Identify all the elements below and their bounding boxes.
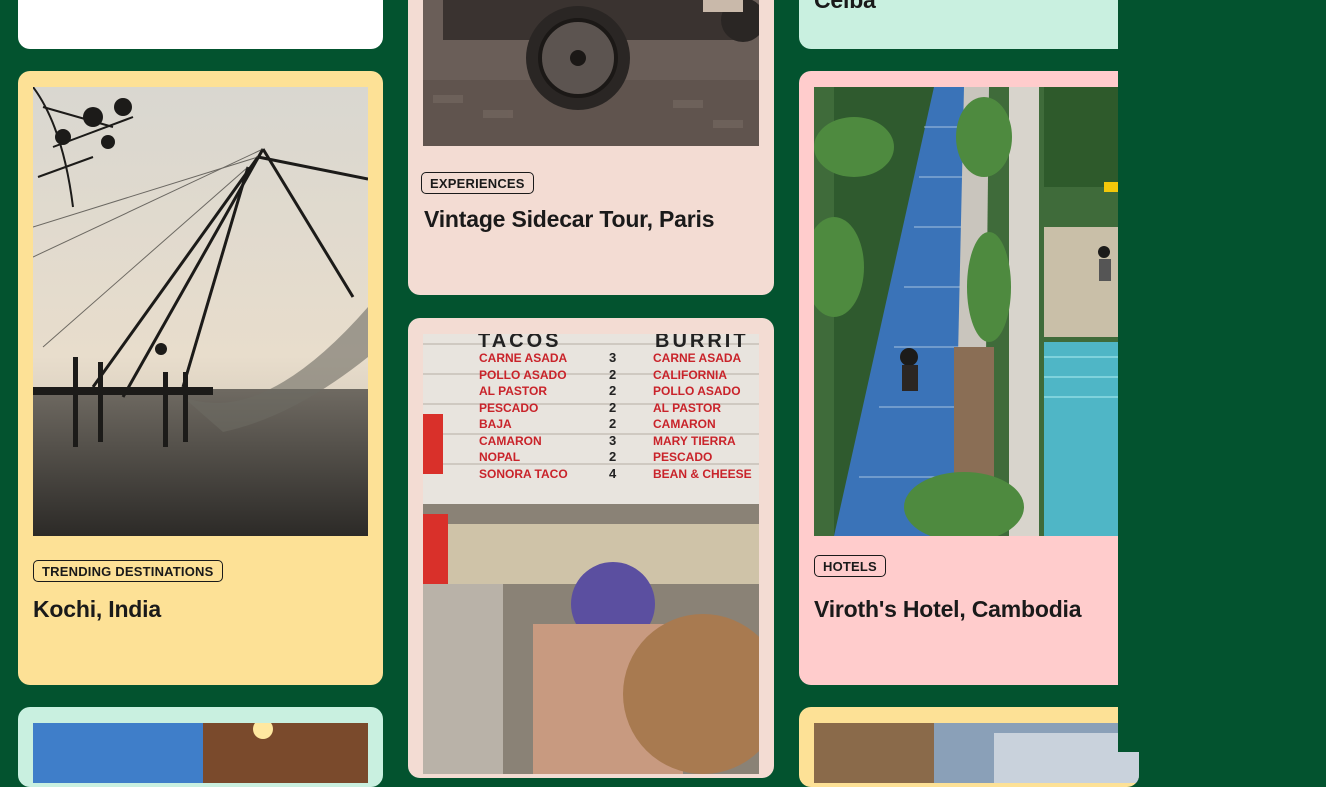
menu-price: 2 bbox=[609, 399, 617, 415]
sidecar-tag[interactable]: Experiences bbox=[421, 172, 534, 194]
menu-right-list: CARNE ASADA CALIFORNIA POLLO ASADO AL PA… bbox=[653, 350, 752, 482]
sidecar-photo bbox=[423, 0, 759, 146]
card-viroth[interactable]: Hotels Viroth's Hotel, Cambodia bbox=[799, 71, 1139, 685]
menu-item: CALIFORNIA bbox=[653, 367, 727, 382]
menu-item: CARNE ASADA bbox=[653, 351, 742, 365]
menu-item: MARY TIERRA bbox=[653, 433, 736, 448]
menu-price: 2 bbox=[609, 449, 617, 464]
bottom-right-photo bbox=[814, 723, 1139, 783]
ceiba-title[interactable]: Ceiba bbox=[814, 0, 876, 14]
menu-item: BEAN & CHEESE bbox=[653, 466, 752, 481]
bottom-left-photo bbox=[33, 723, 368, 783]
menu-item: CARNE ASADA bbox=[479, 351, 568, 365]
kochi-tag[interactable]: Trending Destinations bbox=[33, 560, 223, 582]
menu-item: SONORA TACO bbox=[479, 466, 568, 481]
menu-price: 2 bbox=[609, 416, 617, 431]
menu-price: 3 bbox=[609, 350, 617, 365]
menu-item: BAJA bbox=[479, 417, 512, 431]
card-top-left[interactable] bbox=[18, 0, 383, 49]
menu-item: POLLO ASADO bbox=[479, 367, 567, 382]
card-kochi[interactable]: Trending Destinations Kochi, India bbox=[18, 71, 383, 685]
menu-item: AL PASTOR bbox=[479, 384, 548, 398]
menu-item: POLLO ASADO bbox=[653, 384, 741, 398]
card-ceiba[interactable]: Ceiba bbox=[799, 0, 1139, 49]
card-bottom-right[interactable] bbox=[799, 707, 1139, 787]
menu-price: 3 bbox=[609, 432, 617, 448]
menu-price-list: 3 2 2 2 2 3 2 4 bbox=[609, 350, 616, 482]
card-bottom-left[interactable] bbox=[18, 707, 383, 787]
kochi-photo bbox=[33, 87, 368, 536]
menu-item: AL PASTOR bbox=[653, 400, 722, 415]
menu-item: NOPAL bbox=[479, 450, 521, 464]
kochi-title[interactable]: Kochi, India bbox=[33, 596, 161, 623]
menu-left-list: CARNE ASADA POLLO ASADO AL PASTOR PESCAD… bbox=[479, 350, 568, 482]
viroth-tag[interactable]: Hotels bbox=[814, 555, 886, 577]
menu-item: CAMARON bbox=[653, 417, 716, 431]
menu-item: CAMARON bbox=[479, 433, 542, 448]
menu-price: 2 bbox=[609, 366, 617, 382]
page-margin-right bbox=[1118, 0, 1326, 752]
menu-price: 2 bbox=[609, 383, 617, 398]
menu-price: 4 bbox=[609, 465, 617, 481]
menu-item: PESCADO bbox=[653, 450, 713, 464]
sidecar-title[interactable]: Vintage Sidecar Tour, Paris bbox=[424, 206, 715, 233]
viroth-photo bbox=[814, 87, 1139, 536]
card-sidecar[interactable]: Experiences Vintage Sidecar Tour, Paris bbox=[408, 0, 774, 295]
tacos-photo: TACOS BURRIT CARNE ASADA POLLO ASADO AL … bbox=[423, 334, 759, 774]
menu-item: PESCADO bbox=[479, 400, 539, 415]
card-tacos[interactable]: TACOS BURRIT CARNE ASADA POLLO ASADO AL … bbox=[408, 318, 774, 778]
viroth-title[interactable]: Viroth's Hotel, Cambodia bbox=[814, 596, 1082, 623]
